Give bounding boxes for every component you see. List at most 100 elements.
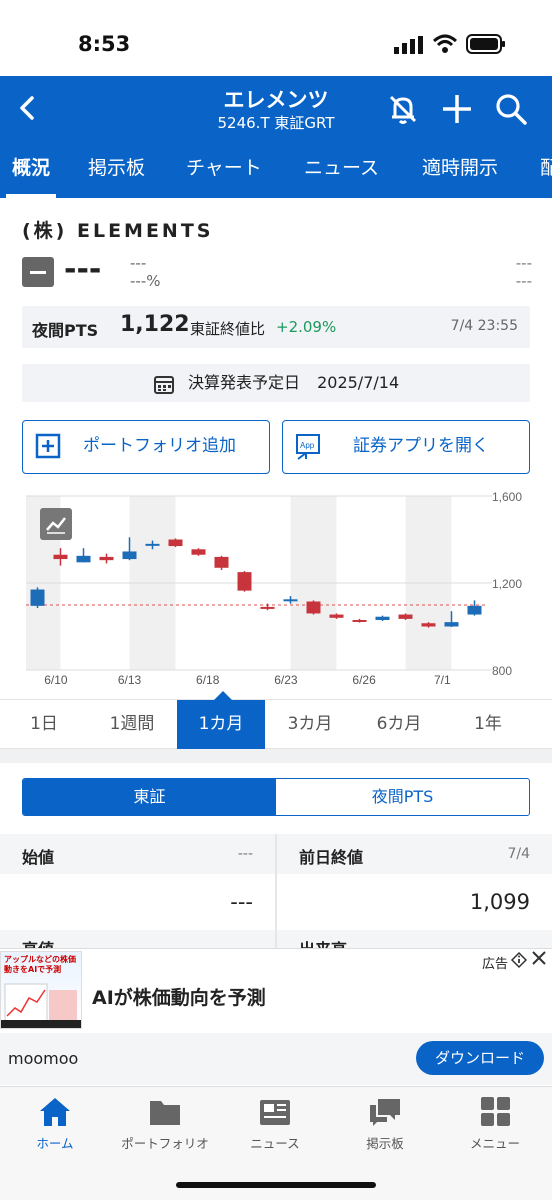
tab-disclosure[interactable]: 適時開示 (422, 148, 498, 198)
ad-image: アップルなどの株価動きをAIで予測 (0, 951, 82, 1029)
price-chart[interactable]: 1,600 1,200 800 6/10 6/13 6/18 6/23 6/26 7/1 (22, 488, 552, 688)
open-value: --- (230, 890, 253, 914)
earnings-date: 2025/7/14 (317, 373, 400, 392)
candle-body (375, 616, 390, 620)
ad-image-text: アップルなどの株価動きをAIで予測 (4, 955, 76, 974)
calendar-icon (153, 375, 174, 394)
x-tick-label: 6/23 (274, 673, 298, 687)
candle-body (53, 554, 68, 560)
price-change-pct: ---% (130, 272, 161, 290)
pts-compare-label: 東証終値比 (190, 320, 266, 338)
home-indicator (176, 1182, 376, 1188)
candle-body (467, 605, 482, 615)
nav-news-label: ニュース (250, 1136, 300, 1151)
ad-brand: moomoo (8, 1049, 79, 1068)
candle-body (352, 619, 367, 622)
current-price: --- (64, 252, 102, 287)
candle-body (99, 556, 114, 561)
app-icon: App (296, 434, 320, 460)
pts-label: 夜間PTS (32, 321, 99, 340)
app-icon-text: App (300, 441, 315, 450)
open-app-label: 証券アプリを開く (353, 436, 489, 456)
ad-banner[interactable]: アップルなどの株価動きをAIで予測 AIが株価動向を予測 広告 moomoo ダ… (0, 948, 552, 1085)
period-1y[interactable]: 1年 (444, 700, 532, 749)
nav-home[interactable]: ホーム (0, 1095, 110, 1152)
signal-icon (394, 36, 423, 54)
earnings-label: 決算発表予定日 (187, 373, 300, 392)
nav-news[interactable]: ニュース (220, 1095, 330, 1152)
pts-change: +2.09% (276, 318, 337, 336)
prev-close-label: 前日終値 (299, 848, 364, 867)
pts-price: 1,122 (120, 312, 190, 337)
prev-close-header: 前日終値 7/4 (277, 834, 552, 874)
period-3m[interactable]: 3カ月 (266, 700, 354, 749)
x-tick-label: 6/13 (118, 673, 142, 687)
candle-body (122, 551, 137, 560)
nav-portfolio-label: ポートフォリオ (121, 1136, 209, 1151)
section-tabs: 概況 掲示板 チャート ニュース 適時開示 配 (0, 148, 552, 198)
candle-body (306, 601, 321, 614)
home-icon (40, 1098, 70, 1126)
nav-portfolio[interactable]: ポートフォリオ (110, 1095, 220, 1152)
ad-title: AIが株価動向を予測 (92, 987, 266, 1009)
y-tick-label: 1,600 (492, 490, 522, 504)
period-6m[interactable]: 6カ月 (355, 700, 443, 749)
tab-dividend[interactable]: 配 (540, 148, 552, 198)
add-icon[interactable] (438, 90, 476, 128)
open-label: 始値 (22, 848, 55, 867)
period-pointer (214, 691, 232, 700)
wifi-icon (432, 34, 458, 53)
info-icon[interactable] (510, 951, 528, 969)
nav-board[interactable]: 掲示板 (330, 1095, 440, 1152)
add-portfolio-button[interactable]: ポートフォリオ追加 (22, 420, 270, 474)
period-1d[interactable]: 1日 (0, 700, 88, 749)
ad-footer: moomoo ダウンロード (0, 1033, 552, 1085)
pts-panel: 夜間PTS 1,122 東証終値比 +2.09% 7/4 23:55 (22, 306, 530, 348)
tab-chart[interactable]: チャート (186, 148, 262, 198)
ad-download-button[interactable]: ダウンロード (416, 1041, 544, 1075)
y-tick-label: 800 (492, 664, 512, 678)
folder-icon (150, 1101, 180, 1125)
prev-close-value: 1,099 (469, 890, 530, 914)
newspaper-icon (260, 1100, 290, 1125)
prev-close-date: 7/4 (507, 846, 530, 862)
header: エレメンツ 5246.T 東証GRT (0, 76, 552, 148)
status-bar: 8:53 (0, 0, 552, 76)
grid-menu-icon (481, 1097, 510, 1126)
nav-menu[interactable]: メニュー (440, 1095, 550, 1152)
candle-body (421, 623, 436, 627)
period-1m[interactable]: 1カ月 (177, 700, 265, 749)
open-app-button[interactable]: App 証券アプリを開く (282, 420, 530, 474)
candle-body (260, 606, 275, 609)
plus-box-icon (35, 433, 61, 459)
candle-body (76, 555, 91, 563)
toggle-pts[interactable]: 夜間PTS (276, 779, 529, 815)
tab-news[interactable]: ニュース (304, 148, 379, 198)
open-price-header: 始値 --- (0, 834, 275, 874)
status-time: 8:53 (78, 32, 131, 56)
right-value-1: --- (515, 254, 532, 272)
y-tick-label: 1,200 (492, 577, 522, 591)
candle-body (329, 614, 344, 618)
close-icon[interactable] (530, 949, 548, 967)
bell-off-icon[interactable] (384, 90, 422, 128)
x-tick-label: 7/1 (434, 673, 451, 687)
chart-type-button[interactable] (40, 508, 72, 540)
toggle-tse[interactable]: 東証 (23, 779, 276, 815)
trend-line-icon (46, 517, 66, 534)
candle-body (398, 614, 413, 619)
open-sub: --- (237, 846, 253, 862)
search-icon[interactable] (492, 90, 530, 128)
tab-board[interactable]: 掲示板 (88, 148, 145, 198)
pts-datetime: 7/4 23:55 (450, 318, 518, 334)
tab-overview[interactable]: 概況 (5, 148, 57, 198)
price-detail-grid: 始値 --- 前日終値 7/4 --- 1,099 高値 出来高 (0, 834, 552, 954)
ad-label: 広告 (481, 957, 508, 972)
candle-body (214, 556, 229, 568)
app-screen: 8:53 エレメンツ 5246.T 東証GRT 概況 掲示板 チャート ニュース… (0, 0, 552, 1200)
right-value-2: --- (515, 272, 532, 290)
x-tick-label: 6/26 (352, 673, 376, 687)
candle-body (283, 599, 298, 602)
open-value-cell: --- (0, 874, 275, 930)
period-1w[interactable]: 1週間 (88, 700, 176, 749)
